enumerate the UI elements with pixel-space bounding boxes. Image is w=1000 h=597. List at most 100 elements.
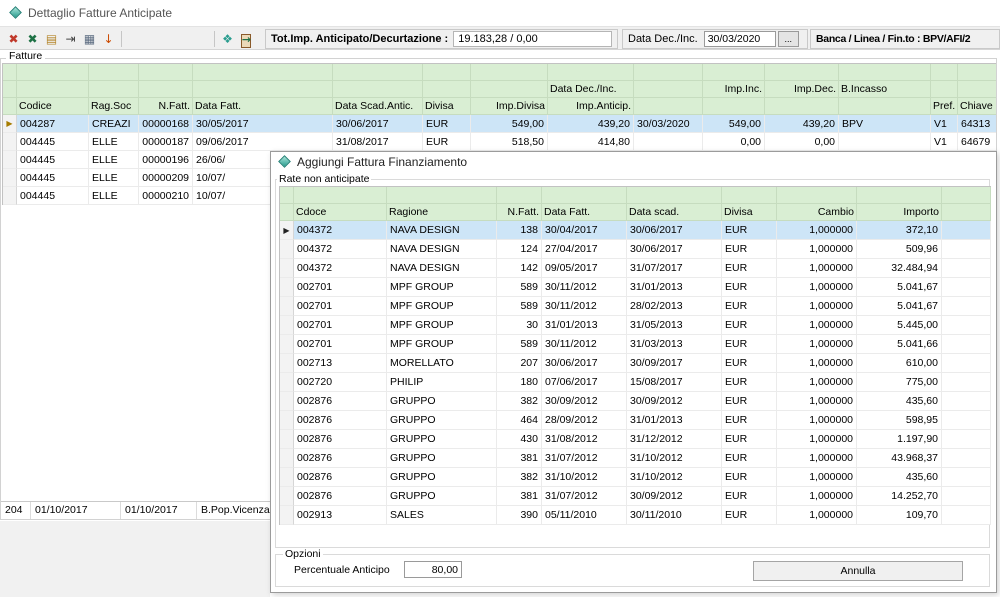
header-cell [765, 64, 839, 81]
row-selector[interactable] [280, 373, 294, 392]
column-header[interactable]: N.Fatt. [139, 98, 193, 115]
table-row[interactable]: 002876GRUPPO46428/09/201231/01/2013EUR1,… [280, 411, 991, 430]
table-row[interactable]: 002913SALES39005/11/201030/11/2010EUR1,0… [280, 506, 991, 525]
row-selector[interactable] [280, 487, 294, 506]
column-header[interactable]: Imp.Anticip. [548, 98, 634, 115]
column-header[interactable]: N.Fatt. [497, 204, 542, 221]
row-selector[interactable] [280, 468, 294, 487]
row-selector[interactable] [280, 506, 294, 525]
table-row[interactable]: 002713MORELLATO20730/06/201730/09/2017EU… [280, 354, 991, 373]
opzioni-group-label: Opzioni [283, 548, 323, 560]
row-selector[interactable] [3, 133, 17, 151]
header-cell [931, 64, 958, 81]
column-header[interactable]: Cdoce [294, 204, 387, 221]
column-header[interactable]: Codice [17, 98, 89, 115]
header-cell [139, 64, 193, 81]
column-header[interactable]: Imp.Dec. [765, 81, 839, 98]
row-selector[interactable] [280, 297, 294, 316]
row-selector[interactable]: ▶ [3, 115, 17, 133]
table-row[interactable]: ▶004287CREAZI0000016830/05/201730/06/201… [3, 115, 997, 133]
column-header[interactable]: Divisa [722, 204, 777, 221]
header-cell [471, 81, 548, 98]
dialog-titlebar[interactable]: Aggiungi Fattura Finanziamento [271, 152, 996, 172]
header-cell [857, 187, 942, 204]
stamp-button[interactable]: ❖ [218, 30, 237, 49]
column-header[interactable]: Data Fatt. [542, 204, 627, 221]
column-header[interactable]: Data Fatt. [193, 98, 333, 115]
data-dec-inc-panel: Data Dec./Inc. ... [622, 29, 808, 49]
header-cell [89, 81, 139, 98]
column-header[interactable]: Divisa [423, 98, 471, 115]
header-cell [193, 81, 333, 98]
row-selector[interactable] [280, 430, 294, 449]
table-row[interactable]: 002701MPF GROUP3031/01/201331/05/2013EUR… [280, 316, 991, 335]
percentuale-anticipo-input[interactable] [404, 561, 462, 578]
annulla-button[interactable]: Annulla [753, 561, 963, 581]
row-selector[interactable] [3, 187, 17, 205]
table-row[interactable]: 004445ELLE0000018709/06/201731/08/2017EU… [3, 133, 997, 151]
column-header[interactable]: Rag.Soc [89, 98, 139, 115]
data-dec-inc-label: Data Dec./Inc. [628, 33, 698, 45]
tot-importo-value: 19.183,28 / 0,00 [453, 31, 612, 47]
table-row[interactable]: 002701MPF GROUP58930/11/201231/03/2013EU… [280, 335, 991, 354]
banca-linea-panel: Banca / Linea / Fin.to : BPV/AFI/2 [810, 29, 1000, 49]
table-row[interactable]: ▶004372NAVA DESIGN13830/04/201730/06/201… [280, 221, 991, 240]
column-header[interactable]: Data scad. [627, 204, 722, 221]
header-cell [722, 187, 777, 204]
table-row[interactable]: 002701MPF GROUP58930/11/201231/01/2013EU… [280, 278, 991, 297]
browse-date-button[interactable]: ... [778, 31, 799, 47]
row-selector[interactable] [3, 169, 17, 187]
row-selector[interactable] [280, 449, 294, 468]
row-selector[interactable] [280, 335, 294, 354]
toolbar: ✖✖▤⇥▦↓❖→ Tot.Imp. Anticipato/Decurtazion… [0, 26, 1000, 50]
column-header[interactable]: Importo [857, 204, 942, 221]
data-dec-inc-input[interactable] [704, 31, 776, 47]
excel-button[interactable]: ✖ [23, 30, 42, 49]
column-header[interactable]: Ragione [387, 204, 497, 221]
header-cell [17, 64, 89, 81]
table-row[interactable]: 002876GRUPPO43031/08/201231/12/2012EUR1,… [280, 430, 991, 449]
table-row[interactable]: 002876GRUPPO38131/07/201230/09/2012EUR1,… [280, 487, 991, 506]
rate-grid[interactable]: CdoceRagioneN.Fatt.Data Fatt.Data scad.D… [279, 186, 991, 525]
dialog-title: Aggiungi Fattura Finanziamento [297, 155, 467, 169]
properties-button[interactable]: ▦ [80, 30, 99, 49]
column-header[interactable]: B.Incasso [839, 81, 931, 98]
column-header[interactable]: Pref. [931, 98, 958, 115]
row-selector[interactable] [3, 151, 17, 169]
table-row[interactable]: 004372NAVA DESIGN12427/04/201730/06/2017… [280, 240, 991, 259]
down-arrow-button[interactable]: ↓ [99, 30, 118, 49]
row-selector[interactable] [280, 354, 294, 373]
exit-door-button[interactable]: → [237, 30, 256, 49]
table-row[interactable]: 002701MPF GROUP58930/11/201228/02/2013EU… [280, 297, 991, 316]
exit-door-icon: → [242, 34, 251, 45]
row-selector[interactable] [280, 278, 294, 297]
column-header[interactable]: Imp.Divisa [471, 98, 548, 115]
table-row[interactable]: 004372NAVA DESIGN14209/05/201731/07/2017… [280, 259, 991, 278]
row-selector[interactable] [280, 411, 294, 430]
row-selector[interactable] [280, 240, 294, 259]
row-selector[interactable] [280, 316, 294, 335]
table-row[interactable]: 002876GRUPPO38230/09/201230/09/2012EUR1,… [280, 392, 991, 411]
cancel-button[interactable]: ✖ [4, 30, 23, 49]
row-selector[interactable]: ▶ [280, 221, 294, 240]
row-selector[interactable] [280, 259, 294, 278]
notes-button[interactable]: ▤ [42, 30, 61, 49]
table-row[interactable]: 002720PHILIP18007/06/201715/08/2017EUR1,… [280, 373, 991, 392]
header-cell [839, 64, 931, 81]
column-header[interactable]: Data Dec./Inc. [548, 81, 634, 98]
stamp-icon: ❖ [222, 33, 233, 45]
header-cell [627, 187, 722, 204]
column-header[interactable]: Data Scad.Antic. [333, 98, 423, 115]
row-selector[interactable] [280, 392, 294, 411]
window-title: Dettaglio Fatture Anticipate [28, 6, 172, 20]
table-row[interactable]: 002876GRUPPO38131/07/201231/10/2012EUR1,… [280, 449, 991, 468]
header-cell [280, 187, 294, 204]
header-cell [3, 81, 17, 98]
percentuale-anticipo-label: Percentuale Anticipo [294, 564, 390, 576]
tab-right-button[interactable]: ⇥ [61, 30, 80, 49]
table-row[interactable]: 002876GRUPPO38231/10/201231/10/2012EUR1,… [280, 468, 991, 487]
column-header[interactable]: Imp.Inc. [703, 81, 765, 98]
column-header[interactable]: Chiave [958, 98, 997, 115]
column-header[interactable]: Cambio [777, 204, 857, 221]
header-cell [471, 64, 548, 81]
